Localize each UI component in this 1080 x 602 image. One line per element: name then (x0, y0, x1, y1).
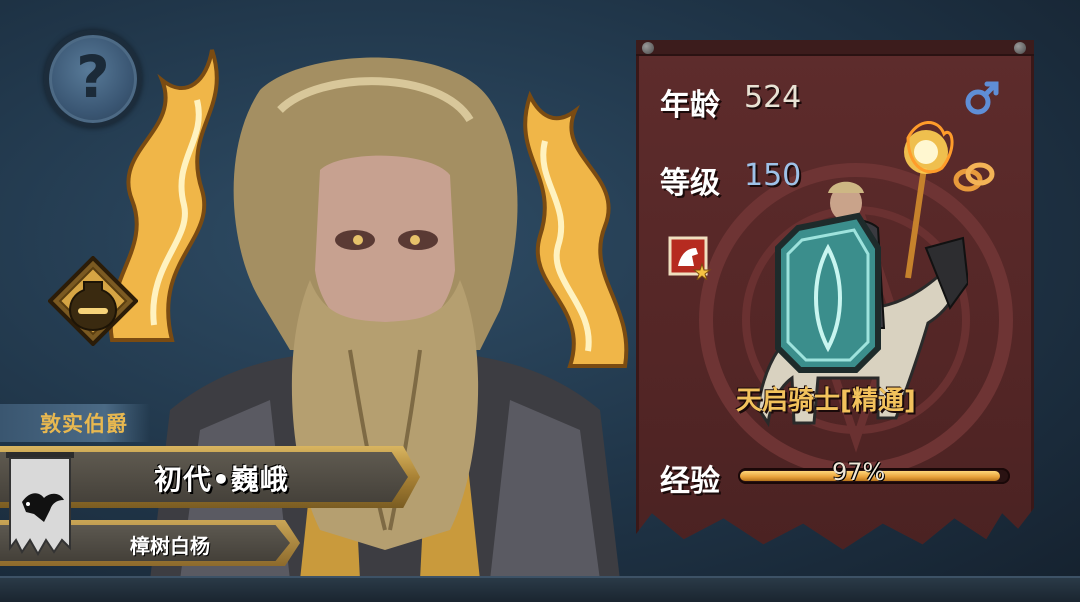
bottom-frame-strip (0, 576, 1080, 602)
rank-title: 敦实伯爵 (40, 412, 128, 436)
rivet-icon (642, 42, 654, 54)
character-name: 初代•巍峨 (154, 463, 289, 496)
family-name: 樟树白杨 (130, 534, 210, 558)
crow-banner-icon[interactable] (4, 452, 76, 558)
unit-name: 天启骑士[精通] (736, 386, 916, 416)
level-label: 等级 (660, 166, 720, 201)
experience-percent: 97% (832, 458, 886, 486)
unit-info-panel: 年龄 524 等级 150 天启骑士[精通] 经验 97% (636, 40, 1034, 560)
male-icon (965, 81, 999, 115)
experience-label: 经验 (660, 464, 720, 499)
horse-skill-badge-icon[interactable] (668, 236, 712, 280)
character-info-screen: ? 敦实伯爵 初代•巍峨 樟树白杨 年龄 524 等级 150 天启骑士[精通]… (0, 0, 1080, 602)
age-label: 年龄 (660, 88, 720, 123)
rivet-icon (1014, 42, 1026, 54)
panel-top-bar (636, 40, 1034, 56)
potion-badge-icon[interactable] (48, 256, 138, 346)
